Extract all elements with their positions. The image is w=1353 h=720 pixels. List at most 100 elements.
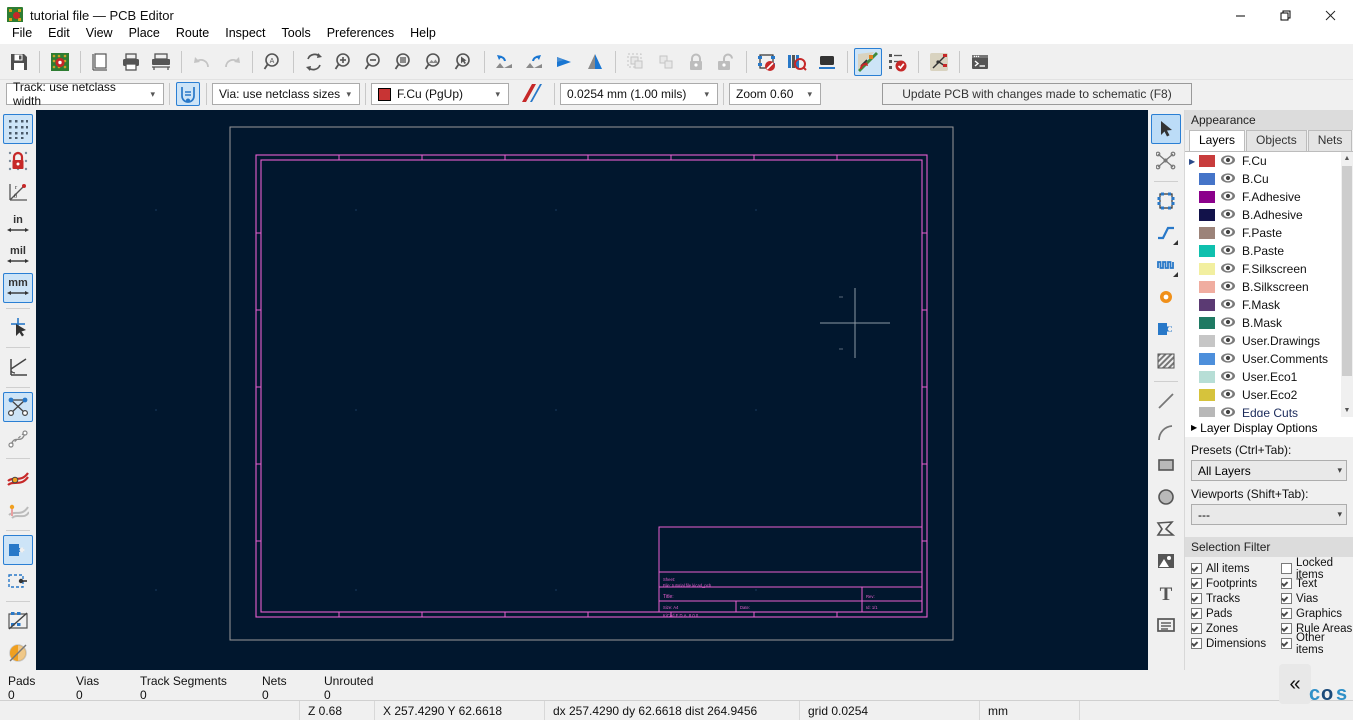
- layer-color-swatch[interactable]: [1199, 317, 1215, 329]
- draw-polygon-icon[interactable]: [1151, 514, 1181, 544]
- layer-row-b-adhesive[interactable]: B.Adhesive: [1185, 206, 1353, 224]
- redo-icon[interactable]: [218, 48, 246, 76]
- layer-color-swatch[interactable]: [1199, 191, 1215, 203]
- eye-icon[interactable]: [1220, 406, 1236, 417]
- checkbox[interactable]: [1281, 608, 1292, 619]
- contrast-mode-icon[interactable]: [3, 638, 33, 668]
- filter-graphics[interactable]: Graphics: [1281, 606, 1353, 621]
- page-settings-icon[interactable]: [87, 48, 115, 76]
- layer-color-swatch[interactable]: [1199, 209, 1215, 221]
- filter-locked-items[interactable]: Locked items: [1281, 557, 1353, 581]
- zoom-fit-icon[interactable]: [390, 48, 418, 76]
- draw-rectangle-icon[interactable]: [1151, 450, 1181, 480]
- save-icon[interactable]: [5, 48, 33, 76]
- toggle-grid-override-icon[interactable]: [3, 146, 33, 176]
- board-setup-icon[interactable]: [46, 48, 74, 76]
- checkbox[interactable]: [1281, 563, 1292, 574]
- track-width-select[interactable]: Track: use netclass width ▾: [6, 80, 164, 108]
- cursor-fullscreen-icon[interactable]: [3, 312, 33, 342]
- pads-sketch-icon[interactable]: [3, 534, 33, 565]
- ratsnest-curved-icon[interactable]: [3, 424, 33, 454]
- layer-row-user-comments[interactable]: User.Comments: [1185, 350, 1353, 368]
- filter-zones[interactable]: Zones: [1191, 621, 1281, 636]
- menu-file[interactable]: File: [4, 24, 40, 42]
- layer-row-f-silkscreen[interactable]: F.Silkscreen: [1185, 260, 1353, 278]
- layer-row-user-drawings[interactable]: User.Drawings: [1185, 332, 1353, 350]
- checkbox[interactable]: [1281, 638, 1292, 649]
- footprint-library-icon[interactable]: [783, 48, 811, 76]
- route-track-icon[interactable]: [1151, 218, 1181, 248]
- zones-outline-icon[interactable]: [3, 495, 33, 525]
- eye-icon[interactable]: [1220, 334, 1236, 348]
- filter-all-items[interactable]: All items: [1191, 561, 1281, 576]
- net-inspector-icon[interactable]: [925, 48, 953, 76]
- layer-color-swatch[interactable]: [1199, 227, 1215, 239]
- undo-icon[interactable]: [188, 48, 216, 76]
- vias-sketch-icon[interactable]: [3, 567, 33, 597]
- layer-row-f-paste[interactable]: F.Paste: [1185, 224, 1353, 242]
- tab-layers[interactable]: Layers: [1189, 130, 1246, 151]
- layer-color-swatch[interactable]: [1199, 353, 1215, 365]
- select-tool-icon[interactable]: [1151, 114, 1181, 144]
- add-rule-area-icon[interactable]: [1151, 346, 1181, 376]
- layer-row-b-silkscreen[interactable]: B.Silkscreen: [1185, 278, 1353, 296]
- scroll-thumb[interactable]: [1342, 166, 1352, 376]
- layer-color-swatch[interactable]: [1199, 299, 1215, 311]
- layer-color-swatch[interactable]: [1199, 263, 1215, 275]
- eye-icon[interactable]: [1220, 190, 1236, 204]
- add-text-icon[interactable]: T: [1151, 578, 1181, 608]
- place-footprint-icon[interactable]: [1151, 186, 1181, 216]
- menu-view[interactable]: View: [78, 24, 121, 42]
- units-mm-icon[interactable]: mm: [3, 272, 33, 303]
- layer-color-swatch[interactable]: [1199, 155, 1215, 167]
- flip-horizontal-icon[interactable]: [551, 48, 579, 76]
- layer-color-swatch[interactable]: [1199, 173, 1215, 185]
- eye-icon[interactable]: [1220, 298, 1236, 312]
- tune-length-icon[interactable]: [1151, 250, 1181, 280]
- layer-row-f-adhesive[interactable]: F.Adhesive: [1185, 188, 1353, 206]
- menu-inspect[interactable]: Inspect: [217, 24, 273, 42]
- layer-color-swatch[interactable]: [1199, 281, 1215, 293]
- eye-icon[interactable]: [1220, 262, 1236, 276]
- layer-row-f-cu[interactable]: ▶ F.Cu: [1185, 152, 1353, 170]
- eye-icon[interactable]: [1220, 226, 1236, 240]
- drc-icon[interactable]: [884, 48, 912, 76]
- filter-other-items[interactable]: Other items: [1281, 632, 1353, 656]
- viewports-select[interactable]: --- ▾: [1191, 504, 1347, 525]
- menu-help[interactable]: Help: [402, 24, 444, 42]
- tracks-sketch-icon[interactable]: [3, 606, 33, 636]
- checkbox[interactable]: [1191, 623, 1202, 634]
- checkbox[interactable]: [1191, 608, 1202, 619]
- pcb-drawing[interactable]: Sheet: File: tutorial file.kicad_pcb Tit…: [36, 110, 1148, 670]
- filter-pads[interactable]: Pads: [1191, 606, 1281, 621]
- scroll-down-arrow[interactable]: ▼: [1341, 404, 1353, 417]
- layer-list-scrollbar[interactable]: ▲ ▼: [1341, 152, 1353, 417]
- eye-icon[interactable]: [1220, 208, 1236, 222]
- menu-route[interactable]: Route: [168, 24, 217, 42]
- layer-color-swatch[interactable]: [1199, 371, 1215, 383]
- group-icon[interactable]: [622, 48, 650, 76]
- via-size-select[interactable]: Via: use netclass sizes ▾: [212, 83, 360, 105]
- presets-select[interactable]: All Layers ▾: [1191, 460, 1347, 481]
- filter-tracks[interactable]: Tracks: [1191, 591, 1281, 606]
- toggle-45-limit-icon[interactable]: [3, 352, 33, 382]
- chevron-right-icon[interactable]: ▶: [1189, 157, 1199, 166]
- place-image-icon[interactable]: [1151, 546, 1181, 576]
- checkbox[interactable]: [1191, 578, 1202, 589]
- layer-row-b-cu[interactable]: B.Cu: [1185, 170, 1353, 188]
- layer-list[interactable]: ▶ F.Cu B.Cu F.Adhesive B.Adhesive F.Past…: [1185, 152, 1353, 417]
- zoom-out-icon[interactable]: [360, 48, 388, 76]
- menu-edit[interactable]: Edit: [40, 24, 78, 42]
- tab-objects[interactable]: Objects: [1246, 130, 1307, 151]
- zoom-in-icon[interactable]: [330, 48, 358, 76]
- filter-footprints[interactable]: Footprints: [1191, 576, 1281, 591]
- checkbox[interactable]: [1281, 623, 1292, 634]
- scripting-console-icon[interactable]: [966, 48, 994, 76]
- eye-icon[interactable]: [1220, 172, 1236, 186]
- layer-row-user-eco1[interactable]: User.Eco1: [1185, 368, 1353, 386]
- zones-filled-icon[interactable]: [3, 463, 33, 493]
- toggle-grid-icon[interactable]: [3, 114, 33, 144]
- add-zone-icon[interactable]: [1151, 314, 1181, 344]
- update-pcb-icon[interactable]: [854, 47, 882, 76]
- lock-icon[interactable]: [682, 48, 710, 76]
